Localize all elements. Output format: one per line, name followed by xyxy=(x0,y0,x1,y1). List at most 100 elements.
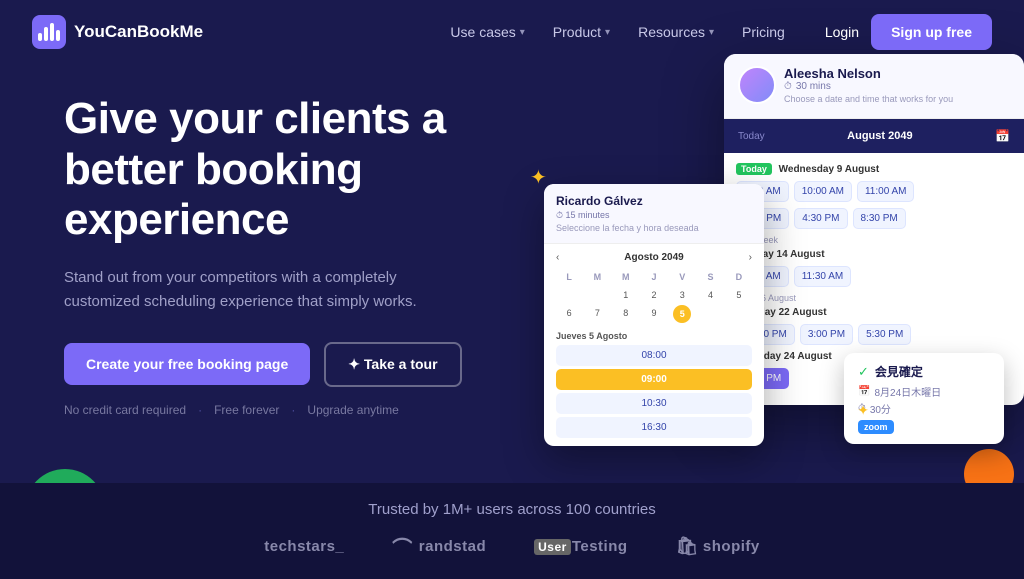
time-slot[interactable]: 4:30 PM xyxy=(794,208,847,229)
selected-day-label: Jueves 5 Agosto xyxy=(556,331,752,341)
hero-right: Aleesha Nelson ⏱ 30 mins Choose a date a… xyxy=(544,84,960,417)
nav-use-cases[interactable]: Use cases ▾ xyxy=(438,16,536,48)
cal-day[interactable]: 5 xyxy=(726,287,752,303)
randstad-logo: ⌒ randstad xyxy=(392,532,486,561)
booking-person-name: Aleesha Nelson xyxy=(784,66,953,81)
logo-icon xyxy=(32,15,66,49)
deco-star-right: ✦ xyxy=(857,402,869,419)
chevron-down-icon-3: ▾ xyxy=(709,27,714,38)
small-time-slot-selected[interactable]: 09:00 xyxy=(556,369,752,390)
time-slot[interactable]: 3:00 PM xyxy=(800,324,853,345)
nav-pricing[interactable]: Pricing xyxy=(730,16,797,48)
today-label: Today xyxy=(738,131,765,142)
cta-tour-button[interactable]: ✦ Take a tour xyxy=(324,342,461,387)
nav-product[interactable]: Product ▾ xyxy=(541,16,622,48)
popup-platform: zoom xyxy=(858,420,990,434)
hero-buttons: Create your free booking page ✦ Take a t… xyxy=(64,342,524,387)
cal-day[interactable]: 2 xyxy=(641,287,667,303)
cal-header: S xyxy=(697,269,723,285)
popup-row: ✓ 会見確定 xyxy=(858,363,990,380)
nav-resources[interactable]: Resources ▾ xyxy=(626,16,726,48)
cta-primary-button[interactable]: Create your free booking page xyxy=(64,343,310,385)
small-calendar-grid: L M M J V S D 1 2 3 4 xyxy=(556,269,752,323)
time-slot[interactable]: 10:00 AM xyxy=(794,181,852,202)
small-person-name: Ricardo Gálvez xyxy=(556,194,752,208)
hero-heading: Give your clients a better booking exper… xyxy=(64,94,524,246)
logo-bar-4 xyxy=(56,30,60,41)
monday-label: Monday 14 August xyxy=(736,249,1012,260)
navbar: YouCanBookMe Use cases ▾ Product ▾ Resou… xyxy=(0,0,1024,64)
logo[interactable]: YouCanBookMe xyxy=(32,15,203,49)
small-month-nav: ‹ Agosto 2049 › xyxy=(556,252,752,263)
booking-card-small: Ricardo Gálvez ⏱ 15 minutes Seleccione l… xyxy=(544,184,764,446)
cal-day xyxy=(584,287,610,303)
trust-headline: Trusted by 1M+ users across 100 countrie… xyxy=(64,501,960,518)
cal-day[interactable]: 1 xyxy=(613,287,639,303)
logo-bar-2 xyxy=(44,27,48,41)
booking-card-header: Today August 2049 📅 xyxy=(724,119,1024,153)
time-slot[interactable]: 5:30 PM xyxy=(858,324,911,345)
time-slot[interactable]: 8:30 PM xyxy=(853,208,906,229)
cal-day[interactable]: 4 xyxy=(697,287,723,303)
cal-day[interactable]: 7 xyxy=(584,305,610,323)
small-time-slot[interactable]: 16:30 xyxy=(556,417,752,438)
cal-header: D xyxy=(726,269,752,285)
calendar-icon: 📅 xyxy=(995,129,1010,143)
next-week-label: Next week xyxy=(736,235,1012,245)
small-time-slot[interactable]: 10:30 xyxy=(556,393,752,414)
range-label: 20 – 26 August xyxy=(736,293,1012,303)
popup-time: ⏱ 30分 xyxy=(858,401,990,416)
mockup-container: Aleesha Nelson ⏱ 30 mins Choose a date a… xyxy=(544,54,1024,494)
time-slot[interactable]: 11:00 AM xyxy=(857,181,915,202)
logo-bars xyxy=(38,23,60,41)
cal-header: M xyxy=(584,269,610,285)
next-month-button[interactable]: › xyxy=(749,252,752,263)
cal-header: L xyxy=(556,269,582,285)
logo-bar-3 xyxy=(50,23,54,41)
logo-bar-1 xyxy=(38,33,42,41)
cal-header: V xyxy=(669,269,695,285)
shopify-logo: 🛍 shopify xyxy=(676,536,760,557)
choose-text: Choose a date and time that works for yo… xyxy=(784,94,953,104)
chevron-down-icon-2: ▾ xyxy=(605,27,610,38)
cal-header: J xyxy=(641,269,667,285)
prev-month-button[interactable]: ‹ xyxy=(556,252,559,263)
booking-duration: ⏱ 30 mins xyxy=(784,81,953,92)
cal-day[interactable]: 8 xyxy=(613,305,639,323)
small-card-body: ‹ Agosto 2049 › L M M J V S D xyxy=(544,244,764,446)
tuesday-label: Tuesday 22 August xyxy=(736,307,1012,318)
cal-header: M xyxy=(613,269,639,285)
small-subtitle: Seleccione la fecha y hora deseada xyxy=(556,223,752,233)
brand-name: YouCanBookMe xyxy=(74,22,203,42)
zoom-badge: zoom xyxy=(858,420,894,434)
wed-slots-row-1: 9:00 AM 10:00 AM 11:00 AM xyxy=(736,181,1012,202)
hero-left: Give your clients a better booking exper… xyxy=(64,84,524,417)
booking-avatar xyxy=(738,66,776,104)
nav-login[interactable]: Login xyxy=(813,16,871,48)
hero-section: Give your clients a better booking exper… xyxy=(0,84,1024,417)
cal-day[interactable]: 6 xyxy=(556,305,582,323)
techstars-logo: techstars_ xyxy=(264,538,344,555)
cal-day-selected[interactable]: 5 xyxy=(673,305,691,323)
time-slot[interactable]: 11:30 AM xyxy=(794,266,852,287)
trust-section: Trusted by 1M+ users across 100 countrie… xyxy=(0,483,1024,579)
hero-subtext: Stand out from your competitors with a c… xyxy=(64,266,424,314)
nav-links: Use cases ▾ Product ▾ Resources ▾ Pricin… xyxy=(438,16,796,48)
small-month-label: Agosto 2049 xyxy=(624,252,683,263)
popup-notification: ✓ 会見確定 📅 8月24日木曜日 ⏱ 30分 zoom xyxy=(844,353,1004,444)
nav-signup-button[interactable]: Sign up free xyxy=(871,14,992,50)
booking-avatar-row: Aleesha Nelson ⏱ 30 mins Choose a date a… xyxy=(738,66,1010,104)
small-time-slot[interactable]: 08:00 xyxy=(556,345,752,366)
chevron-down-icon: ▾ xyxy=(520,27,525,38)
deco-star-left: ✦ xyxy=(530,165,547,190)
tue-slots-row: 12:00 PM 3:00 PM 5:30 PM xyxy=(736,324,1012,345)
popup-detail: 📅 8月24日木曜日 xyxy=(858,384,990,399)
cal-day xyxy=(556,287,582,303)
wed-slots-row-2: 4:00 PM 4:30 PM 8:30 PM xyxy=(736,208,1012,229)
small-duration: ⏱ 15 minutes xyxy=(556,210,752,221)
trust-logos: techstars_ ⌒ randstad UserTesting 🛍 shop… xyxy=(64,532,960,561)
check-icon: ✓ xyxy=(858,364,869,380)
cal-day[interactable]: 3 xyxy=(669,287,695,303)
small-card-header: Ricardo Gálvez ⏱ 15 minutes Seleccione l… xyxy=(544,184,764,244)
cal-day[interactable]: 9 xyxy=(641,305,667,323)
